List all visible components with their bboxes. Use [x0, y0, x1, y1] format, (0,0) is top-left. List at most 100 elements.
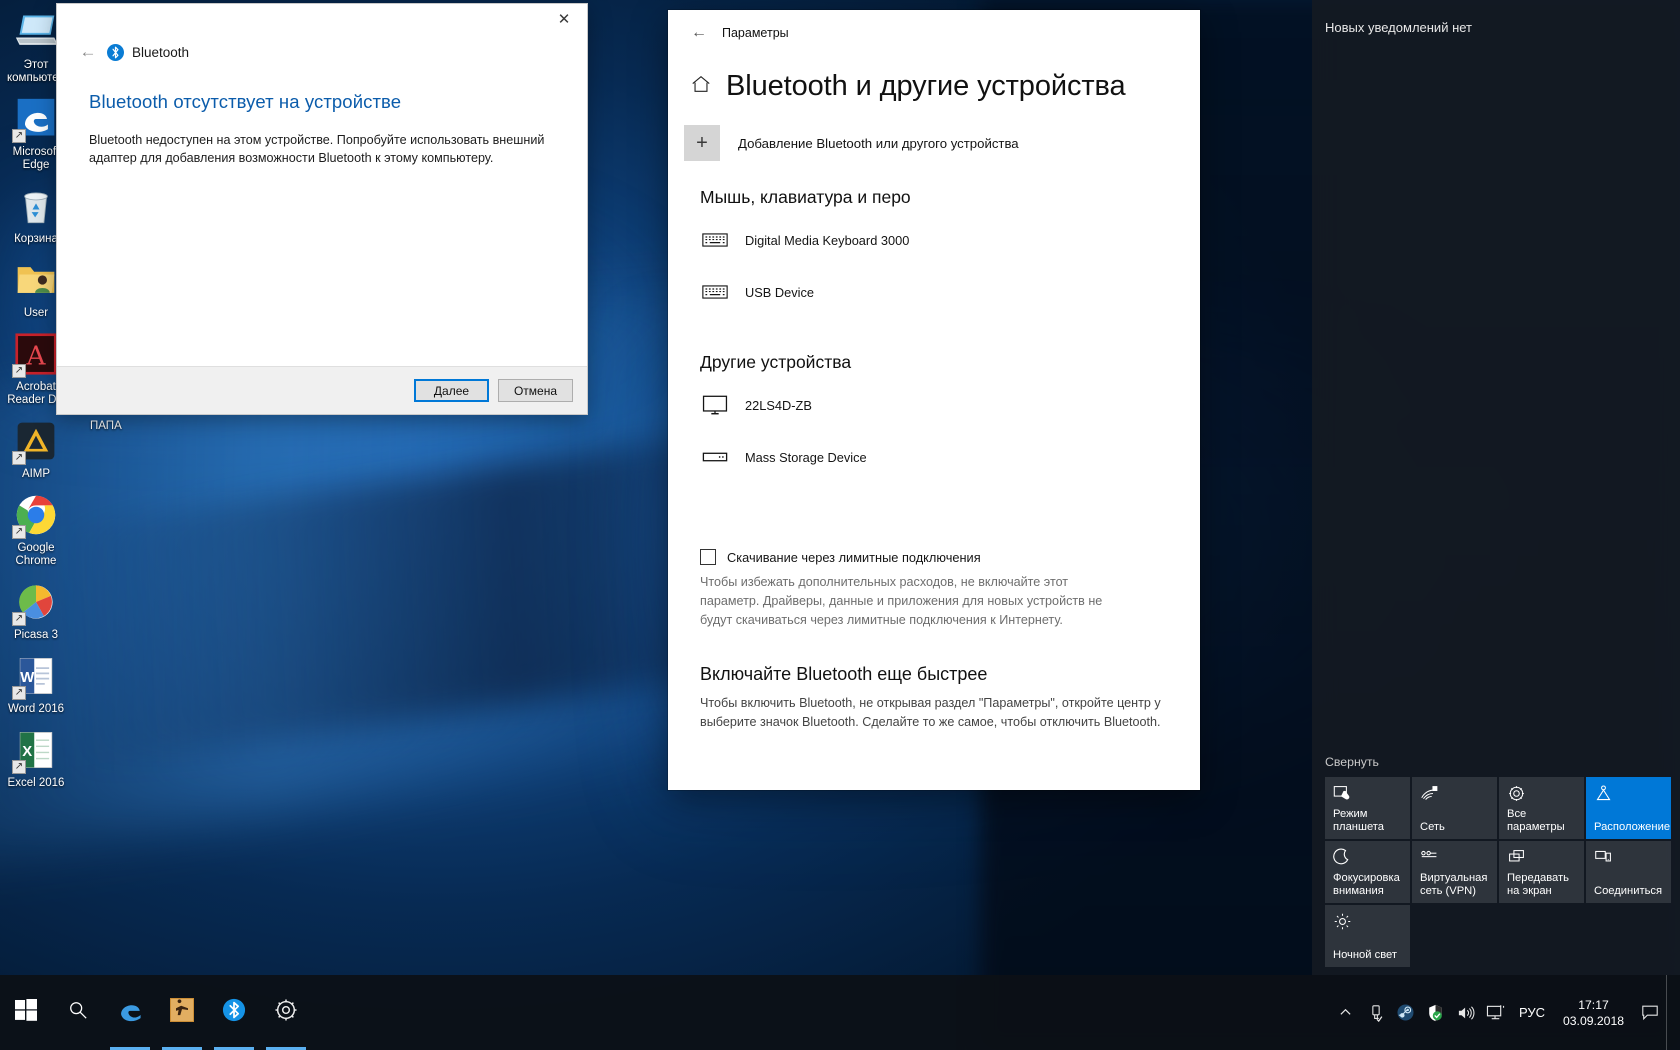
dialog-brand-label: Bluetooth: [132, 44, 190, 60]
tray-steam-icon[interactable]: [1391, 975, 1421, 1050]
faster-bluetooth-heading: Включайте Bluetooth еще быстрее: [700, 664, 988, 684]
recycle-bin-icon: [12, 182, 60, 230]
quick-action-label: Сеть: [1420, 820, 1445, 833]
svg-text:X: X: [22, 744, 32, 760]
project-icon: [1507, 848, 1577, 868]
metered-checkbox-row[interactable]: Скачивание через лимитные подключения: [700, 549, 1174, 565]
dialog-footer: Далее Отмена: [57, 366, 587, 414]
quick-action-night-light[interactable]: Ночной свет: [1325, 905, 1410, 967]
dialog-heading: Bluetooth отсутствует на устройстве: [89, 91, 402, 112]
home-icon[interactable]: [690, 73, 712, 100]
desktop-icon-picasa[interactable]: ↗ Picasa 3: [0, 578, 72, 642]
gear-icon: [274, 998, 298, 1027]
start-button[interactable]: [0, 975, 52, 1050]
tray-language-indicator[interactable]: РУС: [1511, 975, 1553, 1050]
word-icon: W ↗: [12, 652, 60, 700]
device-list-item[interactable]: Digital Media Keyboard 3000: [684, 214, 1174, 266]
device-list-item[interactable]: USB Device: [684, 266, 1174, 318]
desktop-icon-label: Word 2016: [7, 703, 65, 715]
vpn-icon: [1420, 848, 1490, 868]
tray-chevron-up-icon[interactable]: [1331, 975, 1361, 1050]
desktop-icon-label: Picasa 3: [13, 629, 59, 641]
desktop-icon-excel[interactable]: X ↗ Excel 2016: [0, 726, 72, 790]
csgo-icon: [170, 998, 194, 1027]
clock-time: 17:17: [1578, 997, 1609, 1012]
desktop-icon-word[interactable]: W ↗ Word 2016: [0, 652, 72, 716]
keyboard-icon: [700, 283, 730, 301]
shortcut-overlay-icon: ↗: [12, 686, 26, 700]
close-icon[interactable]: ✕: [541, 4, 587, 34]
desktop-icon-label: Google Chrome: [15, 542, 57, 567]
edge-icon: ↗: [12, 95, 60, 143]
shortcut-overlay-icon: ↗: [12, 525, 26, 539]
bluetooth-wizard-dialog: ✕ ← Bluetooth Bluetooth отсутствует на у…: [57, 4, 587, 414]
action-center-button[interactable]: [1634, 975, 1666, 1050]
faster-bluetooth-description: Чтобы включить Bluetooth, не открывая ра…: [700, 696, 1161, 729]
device-list-item[interactable]: Mass Storage Device: [684, 431, 1174, 483]
collapse-button[interactable]: Свернуть: [1312, 755, 1680, 777]
svg-text:W: W: [20, 670, 35, 686]
sun-icon: [1333, 912, 1403, 932]
quick-action-connect[interactable]: Соединиться: [1586, 841, 1671, 903]
settings-content[interactable]: + Добавление Bluetooth или другого устро…: [668, 121, 1200, 790]
location-icon: [1594, 784, 1664, 804]
cancel-button[interactable]: Отмена: [498, 379, 573, 402]
dialog-description: Bluetooth недоступен на этом устройстве.…: [89, 133, 545, 165]
taskbar-bluetooth-button[interactable]: [208, 975, 260, 1050]
settings-window: ← Параметры Bluetooth и другие устройств…: [668, 10, 1200, 790]
storage-icon: [700, 450, 730, 464]
desktop-icon-google-chrome[interactable]: ↗ Google Chrome: [0, 491, 72, 568]
tray-volume-icon[interactable]: [1451, 975, 1481, 1050]
taskbar-settings-button[interactable]: [260, 975, 312, 1050]
back-arrow-icon[interactable]: ←: [73, 37, 103, 67]
user-folder-icon: [12, 256, 60, 304]
quick-action-focus-assist[interactable]: Фокусировка внимания: [1325, 841, 1410, 903]
quick-action-label: Виртуальная сеть (VPN): [1420, 872, 1488, 897]
settings-app-title: Параметры: [722, 26, 789, 40]
settings-titlebar: ← Параметры: [668, 10, 1200, 56]
quick-action-tablet-mode[interactable]: Режим планшета: [1325, 777, 1410, 839]
settings-page-header: Bluetooth и другие устройства: [668, 56, 1200, 121]
next-button[interactable]: Далее: [414, 379, 489, 402]
acrobat-icon: A ↗: [12, 330, 60, 378]
quick-action-network[interactable]: Сеть: [1412, 777, 1497, 839]
metered-checkbox-label: Скачивание через лимитные подключения: [727, 549, 981, 565]
edge-icon: [117, 997, 143, 1028]
monitor-icon: [700, 394, 730, 416]
computer-icon: [12, 8, 60, 56]
add-device-label: Добавление Bluetooth или другого устройс…: [738, 135, 1019, 151]
system-tray: РУС 17:17 03.09.2018: [1331, 975, 1680, 1050]
clock-date: 03.09.2018: [1563, 1013, 1624, 1028]
device-list-item[interactable]: 22LS4D-ZB: [684, 379, 1174, 431]
dialog-brand: Bluetooth: [107, 43, 190, 61]
show-desktop-button[interactable]: [1666, 975, 1674, 1050]
desktop-icon-label: AIMP: [21, 468, 51, 480]
quick-action-project[interactable]: Передавать на экран: [1499, 841, 1584, 903]
quick-action-vpn[interactable]: Виртуальная сеть (VPN): [1412, 841, 1497, 903]
tray-defender-shield-icon[interactable]: [1421, 975, 1451, 1050]
quick-action-label: Фокусировка внимания: [1333, 872, 1400, 897]
quick-action-location[interactable]: Расположение: [1586, 777, 1671, 839]
taskbar-csgo-button[interactable]: [156, 975, 208, 1050]
back-arrow-icon[interactable]: ←: [682, 17, 716, 49]
shortcut-overlay-icon: ↗: [12, 364, 26, 378]
shortcut-overlay-icon: ↗: [12, 451, 26, 465]
network-icon: [1420, 784, 1490, 804]
bluetooth-icon: [107, 43, 124, 61]
taskbar: РУС 17:17 03.09.2018: [0, 975, 1680, 1050]
quick-action-all-settings[interactable]: Все параметры: [1499, 777, 1584, 839]
tray-usb-icon[interactable]: [1361, 975, 1391, 1050]
shortcut-overlay-icon: ↗: [12, 612, 26, 626]
taskbar-clock[interactable]: 17:17 03.09.2018: [1553, 975, 1634, 1050]
add-device-button[interactable]: + Добавление Bluetooth или другого устро…: [684, 125, 1174, 161]
search-button[interactable]: [52, 975, 104, 1050]
taskbar-edge-button[interactable]: [104, 975, 156, 1050]
device-name: Digital Media Keyboard 3000: [745, 232, 910, 248]
plus-icon: +: [684, 125, 720, 161]
tablet-mode-icon: [1333, 784, 1403, 804]
excel-icon: X ↗: [12, 726, 60, 774]
desktop-icon-aimp[interactable]: ↗ AIMP: [0, 417, 72, 481]
metered-checkbox[interactable]: [700, 549, 716, 565]
tray-display-icon[interactable]: [1481, 975, 1511, 1050]
shortcut-overlay-icon: ↗: [12, 760, 26, 774]
